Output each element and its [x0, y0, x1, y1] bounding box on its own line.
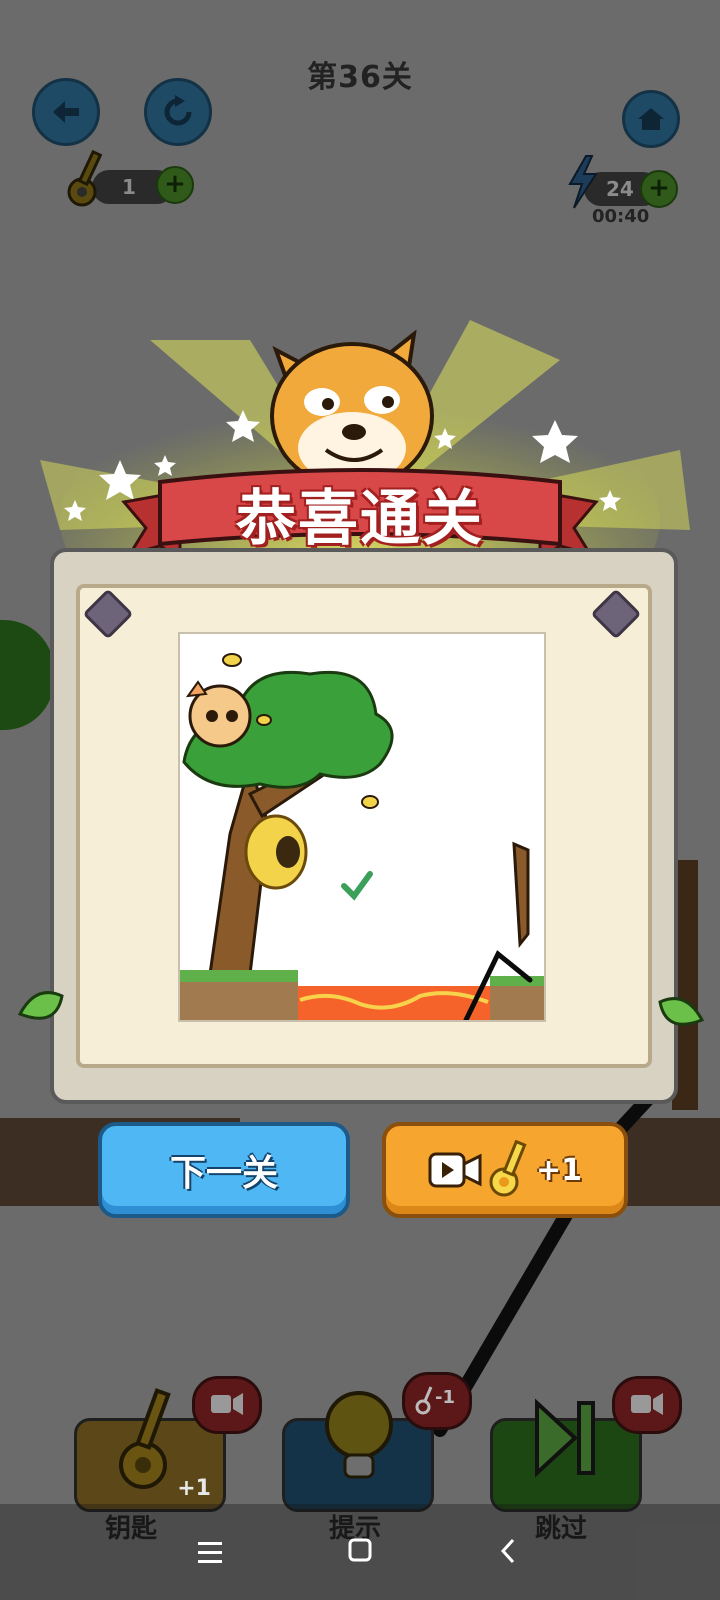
home-button[interactable] [622, 90, 680, 148]
video-camera-icon [211, 1393, 243, 1415]
watch-video-key-button[interactable]: +1 [382, 1122, 628, 1218]
key-icon [67, 149, 103, 207]
scene-illustration [180, 653, 544, 1020]
video-reward-label: +1 [535, 1152, 582, 1188]
next-level-label: 下一关 [169, 1153, 278, 1194]
skip-tool-video-badge [612, 1376, 682, 1434]
level-title: 第36关 [307, 60, 413, 95]
lightning-icon [568, 155, 598, 209]
add-keys-button[interactable]: + [156, 166, 194, 204]
restart-icon [164, 95, 192, 126]
key-tool-video-badge [192, 1376, 262, 1434]
skip-icon [535, 1398, 595, 1478]
level-snapshot [178, 632, 546, 1022]
leaf-left-icon [17, 991, 64, 1020]
home-square-icon[interactable] [348, 1538, 372, 1562]
key-small-icon [415, 1386, 433, 1415]
back-chevron-icon[interactable] [500, 1538, 516, 1564]
leaf-right-icon [658, 997, 705, 1026]
key-tool-button[interactable]: +1 [74, 1388, 226, 1512]
video-camera-icon-2 [631, 1393, 663, 1415]
home-icon [638, 108, 664, 130]
keys-count: 1 [122, 175, 136, 199]
key-tool-icon [119, 1388, 171, 1489]
lightbulb-icon [325, 1391, 393, 1479]
energy-count: 24 [606, 177, 634, 201]
back-arrow-icon [53, 101, 79, 123]
hint-tool-badge: -1 [435, 1387, 455, 1408]
gold-key-icon [489, 1140, 527, 1197]
back-button[interactable] [32, 78, 100, 146]
hint-tool-cost-badge: -1 [402, 1372, 472, 1430]
video-camera-icon-3 [428, 1152, 482, 1188]
add-energy-button[interactable]: + [640, 170, 678, 208]
energy-timer: 00:40 [592, 206, 650, 227]
level-complete-banner: 恭喜通关 [236, 484, 484, 554]
skip-tool-button[interactable] [490, 1398, 642, 1512]
key-tool-badge: +1 [177, 1476, 211, 1501]
restart-button[interactable] [144, 78, 212, 146]
menu-icon[interactable] [198, 1542, 222, 1564]
hint-tool-button[interactable] [282, 1391, 434, 1512]
next-level-button[interactable]: 下一关 [98, 1122, 350, 1218]
system-nav-bar [0, 1504, 720, 1600]
